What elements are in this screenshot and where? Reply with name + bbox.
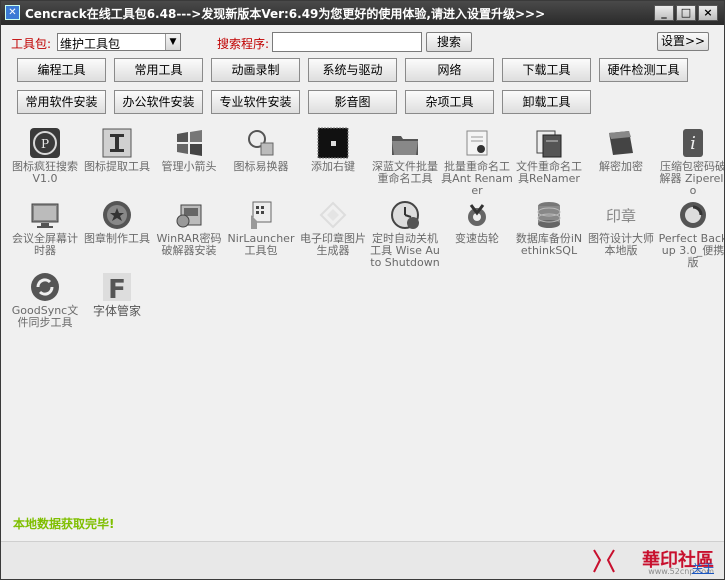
list-item[interactable]: 图章制作工具 xyxy=(81,199,153,271)
tab-system-drivers[interactable]: 系统与驱动 xyxy=(308,58,397,82)
tab-uninstall-tools[interactable]: 卸载工具 xyxy=(502,90,591,114)
svg-text:i: i xyxy=(690,133,696,154)
list-item[interactable]: 添加右键 xyxy=(297,127,369,199)
list-item[interactable]: 管理小箭头 xyxy=(153,127,225,199)
list-item[interactable]: 会议全屏幕计时器 xyxy=(9,199,81,271)
list-item[interactable]: NirLauncher 工具包 xyxy=(225,199,297,271)
tab-common-software[interactable]: 常用软件安装 xyxy=(17,90,106,114)
i-beam-icon xyxy=(101,127,133,159)
tab-animation-recording[interactable]: 动画录制 xyxy=(211,58,300,82)
svg-text:F: F xyxy=(108,275,126,303)
toolkit-select-value: 维护工具包 xyxy=(60,37,121,51)
tab-pro-software[interactable]: 专业软件安装 xyxy=(211,90,300,114)
list-item[interactable]: 数据库备份iNethinkSQL xyxy=(513,199,585,271)
chevron-down-icon[interactable]: ▼ xyxy=(165,34,180,50)
tab-network[interactable]: 网络 xyxy=(405,58,494,82)
list-item[interactable]: 定时自动关机工具 Wise Auto Shutdown xyxy=(369,199,441,271)
nirlauncher-icon xyxy=(245,199,277,231)
folder-icon xyxy=(389,127,421,159)
about-link[interactable]: 关于 xyxy=(692,560,714,576)
renamer-icon xyxy=(533,127,565,159)
search-label: 搜索程序: xyxy=(217,37,270,51)
tab-download-tools[interactable]: 下载工具 xyxy=(502,58,591,82)
window-title: Cencrack在线工具包6.48--->发现新版本Ver:6.49为您更好的使… xyxy=(25,7,546,21)
backup-icon xyxy=(677,199,709,231)
yinzhang-icon: 印章 xyxy=(605,199,637,231)
list-item[interactable]: 电子印章图片生成器 xyxy=(297,199,369,271)
list-item[interactable]: 批量重命名工具Ant Renamer xyxy=(441,127,513,199)
list-item[interactable]: 印章 图符设计大师本地版 xyxy=(585,199,657,271)
box-icon xyxy=(605,127,637,159)
list-item[interactable]: 解密加密 xyxy=(585,127,657,199)
monitor-icon xyxy=(29,199,61,231)
list-item[interactable]: 图标提取工具 xyxy=(81,127,153,199)
app-icon: ✕ xyxy=(5,5,20,20)
font-icon: F xyxy=(101,271,133,305)
list-item[interactable]: 图标易换器 xyxy=(225,127,297,199)
tab-programming-tools[interactable]: 编程工具 xyxy=(17,58,106,82)
windows-icon xyxy=(173,127,205,159)
list-item[interactable]: 文件重命名工具ReNamer xyxy=(513,127,585,199)
app-window: ✕ Cencrack在线工具包6.48--->发现新版本Ver:6.49为您更好… xyxy=(0,0,725,580)
shutdown-clock-icon xyxy=(389,199,421,231)
toolkit-label: 工具包: xyxy=(11,37,52,51)
ant-renamer-icon xyxy=(461,127,493,159)
list-item[interactable]: GoodSync文件同步工具 xyxy=(9,271,81,343)
ziperello-icon: i xyxy=(677,127,709,159)
search-input[interactable] xyxy=(272,32,422,52)
tab-common-tools[interactable]: 常用工具 xyxy=(114,58,203,82)
status-bar: 華印社區 www.52cnp.com 关于 xyxy=(1,541,724,579)
seal-icon xyxy=(317,199,349,231)
winrar-icon xyxy=(173,199,205,231)
maximize-button[interactable]: □ xyxy=(676,5,696,21)
minimize-button[interactable]: _ xyxy=(654,5,674,21)
tab-hardware-tools[interactable]: 硬件检测工具 xyxy=(599,58,688,82)
stamp-icon xyxy=(101,199,133,231)
sync-icon xyxy=(29,271,61,303)
toolbar: 工具包: 维护工具包 ▼ 搜索程序: 搜索 设置>> xyxy=(1,25,724,55)
gear-icon xyxy=(461,199,493,231)
list-item[interactable]: i 压缩包密码破解器 Ziperello xyxy=(657,127,724,199)
close-button[interactable]: × xyxy=(698,5,718,21)
magnifier-icon xyxy=(245,127,277,159)
list-item[interactable]: 变速齿轮 xyxy=(441,199,513,271)
status-text: 本地数据获取完毕! xyxy=(13,517,115,531)
settings-button[interactable]: 设置>> xyxy=(657,32,709,51)
search-button[interactable]: 搜索 xyxy=(426,32,472,52)
terminal-icon xyxy=(317,127,349,159)
tab-misc-tools[interactable]: 杂项工具 xyxy=(405,90,494,114)
logo-mark-icon xyxy=(593,549,615,573)
list-item[interactable]: P 图标疯狂搜索 V1.0 xyxy=(9,127,81,199)
py-logo-icon: P xyxy=(29,127,61,159)
svg-text:印章: 印章 xyxy=(606,207,636,225)
window-controls: _ □ × xyxy=(654,5,718,21)
title-bar[interactable]: ✕ Cencrack在线工具包6.48--->发现新版本Ver:6.49为您更好… xyxy=(1,1,724,25)
toolkit-select[interactable]: 维护工具包 ▼ xyxy=(57,33,181,51)
list-item[interactable]: Perfect Backup 3.0_便携版 xyxy=(657,199,724,271)
tab-office-software[interactable]: 办公软件安装 xyxy=(114,90,203,114)
list-item[interactable]: WinRAR密码破解器安装 xyxy=(153,199,225,271)
tool-grid: P 图标疯狂搜索 V1.0 图标提取工具 管理小箭头 图标易换器 添加右键 深蓝… xyxy=(9,121,724,539)
tab-media[interactable]: 影音图 xyxy=(308,90,397,114)
svg-text:P: P xyxy=(41,137,49,151)
list-item[interactable]: 深蓝文件批量重命名工具 xyxy=(369,127,441,199)
list-item[interactable]: F 字体管家 xyxy=(81,271,153,343)
database-icon xyxy=(533,199,565,231)
